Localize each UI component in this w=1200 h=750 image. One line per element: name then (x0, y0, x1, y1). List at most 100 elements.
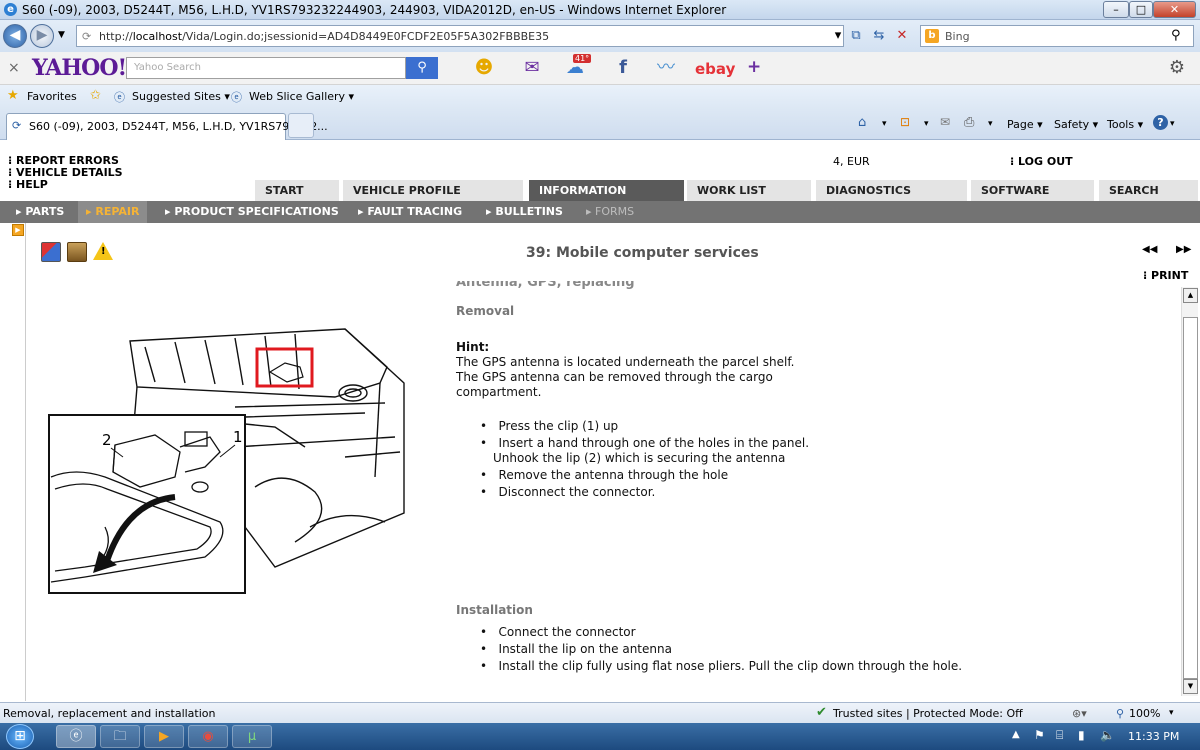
windows-taskbar: ⊞ ⓔ 🗀 ▶ ◉ µ ▲ ⚑ ⌸ ▮ 🔈 11:33 PM (0, 723, 1200, 750)
refresh-icon[interactable]: ⇆ (869, 25, 889, 45)
taskbar-clock[interactable]: 11:33 PM (1128, 730, 1179, 743)
home-dropdown-chevron-icon[interactable]: ▾ (882, 119, 887, 129)
protected-mode-icon[interactable]: ⊛▾ (1072, 707, 1087, 720)
read-mail-icon[interactable]: ✉ (940, 115, 950, 129)
next-document-button[interactable]: ▶▶ (1176, 244, 1191, 255)
page-loading-icon: ⟳ (12, 119, 22, 132)
trusted-check-icon: ✔ (816, 705, 827, 720)
ebay-logo[interactable]: ebay (695, 60, 735, 78)
back-button[interactable]: ◀ (3, 24, 27, 48)
tab-vehicle-profile[interactable]: VEHICLE PROFILE (343, 180, 523, 201)
subnav-product-specifications[interactable]: ▸ PRODUCT SPECIFICATIONS (165, 205, 339, 218)
forward-button[interactable]: ▶ (30, 24, 54, 48)
mail-icon[interactable]: ✉ (520, 56, 544, 80)
taskbar-media-player-icon[interactable]: ▶ (144, 725, 184, 748)
tray-network-icon[interactable]: ⌸ (1056, 728, 1063, 743)
taskbar-explorer-icon[interactable]: 🗀 (100, 725, 140, 748)
url-text: http://localhost/Vida/Login.do;jsessioni… (99, 30, 550, 43)
browser-tab-active[interactable]: ⟳ S60 (-09), 2003, D5244T, M56, L.H.D, Y… (6, 113, 328, 140)
feeds-icon[interactable]: ⊡ (900, 115, 910, 129)
print-link[interactable]: ⁝ PRINT (1143, 269, 1188, 282)
taskbar-ie-icon[interactable]: ⓔ (56, 725, 96, 748)
settings-gear-icon[interactable]: ⚙ (1166, 56, 1188, 80)
currency-label: 4, EUR (833, 155, 870, 168)
address-toolbar: ◀ ▶ ▼ ⟳ http://localhost/Vida/Login.do;j… (0, 20, 1200, 52)
tab-information[interactable]: INFORMATION (529, 180, 684, 201)
expand-panel-icon[interactable]: ▶ (12, 224, 24, 236)
print-dropdown-chevron-icon[interactable]: ▾ (988, 119, 993, 129)
messenger-smiley-icon[interactable]: ☻ (470, 56, 498, 80)
minimize-button[interactable]: – (1103, 1, 1129, 18)
add-favorite-icon[interactable]: ✩ (90, 88, 101, 103)
tools-menu-button[interactable]: Tools ▾ (1107, 118, 1143, 131)
suggested-sites-link[interactable]: Suggested Sites ▾ (132, 90, 230, 103)
subnav-forms: ▸ FORMS (586, 205, 635, 218)
search-icon[interactable]: ⚲ (1171, 28, 1181, 43)
yahoo-search-input[interactable]: Yahoo Search (126, 57, 406, 79)
subnav-repair[interactable]: ▸ REPAIR (78, 201, 148, 223)
tab-diagnostics[interactable]: DIAGNOSTICS (816, 180, 967, 201)
url-field[interactable]: ⟳ http://localhost/Vida/Login.do;jsessio… (76, 25, 844, 47)
window-title-bar: e S60 (-09), 2003, D5244T, M56, L.H.D, Y… (0, 0, 1200, 20)
previous-document-button[interactable]: ◀◀ (1142, 244, 1157, 255)
close-toolbar-icon[interactable]: × (8, 60, 20, 76)
maximize-button[interactable]: □ (1129, 1, 1153, 18)
web-slice-gallery-link[interactable]: Web Slice Gallery ▾ (249, 90, 354, 103)
hint-label: Hint: (456, 340, 490, 354)
start-button[interactable]: ⊞ (6, 724, 34, 749)
book-icon[interactable] (67, 242, 87, 262)
browser-tab-bar: ⟳ S60 (-09), 2003, D5244T, M56, L.H.D, Y… (0, 110, 1200, 140)
subnav-fault-tracing[interactable]: ▸ FAULT TRACING (358, 205, 462, 218)
yahoo-search-button[interactable]: ⚲ (406, 57, 438, 79)
finance-chart-icon[interactable]: 〰 (655, 56, 677, 80)
browser-tab-title: S60 (-09), 2003, D5244T, M56, L.H.D, YV1… (29, 120, 328, 133)
subnav-parts[interactable]: ▸ PARTS (16, 205, 64, 218)
security-zone[interactable]: Trusted sites | Protected Mode: Off (833, 707, 1023, 720)
cut-heading: Antenna, GPS, replacing (456, 281, 635, 290)
help-link[interactable]: ⁝ HELP (8, 178, 48, 191)
print-icon[interactable]: ⎙ (964, 115, 974, 130)
compatibility-view-icon[interactable]: ⧉ (846, 25, 866, 45)
scroll-up-arrow-icon[interactable]: ▲ (1183, 288, 1198, 303)
zoom-icon[interactable]: ⚲ (1116, 707, 1124, 720)
installation-step-3: • Install the clip fully using flat nose… (480, 659, 963, 673)
scrollbar-thumb[interactable] (1183, 317, 1198, 679)
help-icon[interactable]: ? (1153, 115, 1168, 130)
tray-expand-icon[interactable]: ▲ (1012, 729, 1020, 740)
tab-software[interactable]: SOFTWARE (971, 180, 1094, 201)
zoom-level[interactable]: 100% (1129, 707, 1160, 720)
stop-icon[interactable]: ✕ (892, 25, 912, 45)
help-dropdown-chevron-icon[interactable]: ▾ (1170, 119, 1175, 129)
scroll-down-arrow-icon[interactable]: ▼ (1183, 679, 1198, 694)
new-tab-button[interactable] (288, 113, 314, 138)
removal-step-3: • Remove the antenna through the hole (480, 468, 729, 482)
window-title: S60 (-09), 2003, D5244T, M56, L.H.D, YV1… (22, 3, 727, 17)
document-scrollbar[interactable]: ▲ ▼ (1181, 287, 1198, 696)
yahoo-logo[interactable]: YAHOO! (32, 55, 127, 81)
page-menu-button[interactable]: Page ▾ (1007, 118, 1043, 131)
safety-menu-button[interactable]: Safety ▾ (1054, 118, 1098, 131)
logout-link[interactable]: ⁝ LOG OUT (1010, 155, 1073, 168)
tray-volume-icon[interactable]: 🔈 (1100, 728, 1115, 742)
taskbar-utorrent-icon[interactable]: µ (232, 725, 272, 748)
page-loading-icon: ⟳ (82, 30, 92, 43)
recent-pages-chevron-icon[interactable]: ▼ (58, 30, 65, 40)
tab-search[interactable]: SEARCH (1099, 180, 1198, 201)
home-icon[interactable]: ⌂ (858, 115, 866, 130)
bing-search-input[interactable]: b Bing ⚲ (920, 25, 1194, 47)
url-dropdown-chevron-icon[interactable]: ▾ (828, 25, 848, 45)
tray-flag-icon[interactable]: ⚑ (1034, 728, 1045, 742)
facebook-icon[interactable]: f (612, 56, 634, 80)
document-icon[interactable] (41, 242, 61, 262)
close-button[interactable]: ✕ (1153, 1, 1196, 18)
tray-signal-icon[interactable]: ▮ (1078, 728, 1085, 742)
tab-start[interactable]: START (255, 180, 339, 201)
taskbar-chrome-icon[interactable]: ◉ (188, 725, 228, 748)
favorites-button[interactable]: Favorites (27, 90, 77, 103)
tab-work-list[interactable]: WORK LIST (687, 180, 811, 201)
removal-step-2: • Insert a hand through one of the holes… (480, 436, 810, 450)
subnav-bulletins[interactable]: ▸ BULLETINS (486, 205, 563, 218)
add-app-button[interactable]: + (747, 57, 761, 77)
feeds-dropdown-chevron-icon[interactable]: ▾ (924, 119, 929, 129)
zoom-dropdown-chevron-icon[interactable]: ▾ (1169, 708, 1174, 718)
